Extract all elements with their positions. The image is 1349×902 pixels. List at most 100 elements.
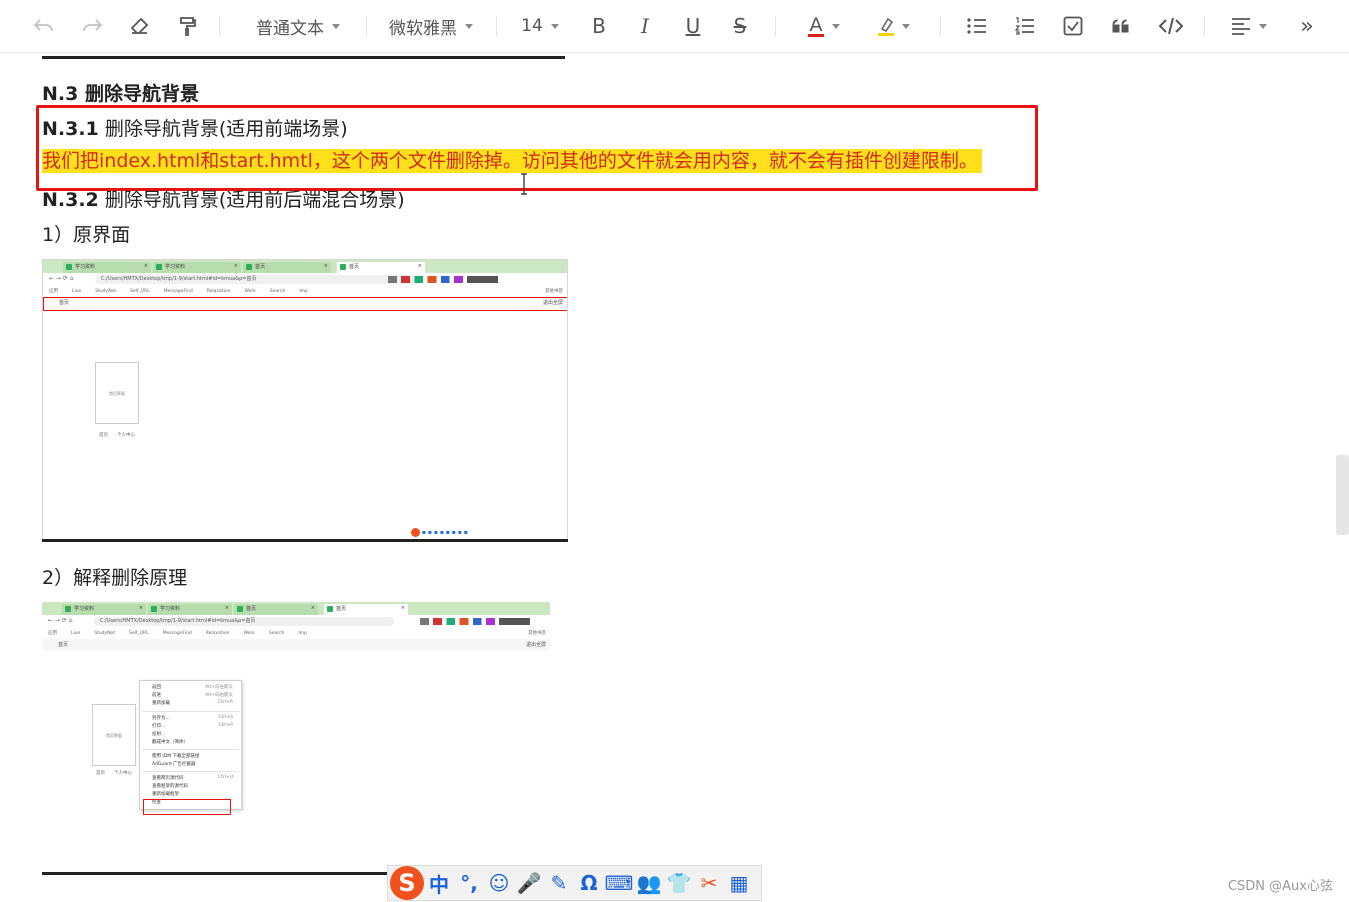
undo-button[interactable] (28, 8, 60, 44)
context-menu-item[interactable]: 重新加载框架 (152, 791, 179, 797)
checkbox-icon (1063, 16, 1083, 36)
bold-icon: B (592, 14, 606, 38)
list-item-explain-delete: 2）解释删除原理 (42, 567, 188, 589)
bookmark-item: StudyNot (95, 289, 117, 294)
document-body[interactable]: N.3 删除导航背景 N.3.1 删除导航背景(适用前端场景) 我们把index… (0, 53, 1349, 902)
bold-button[interactable]: B (584, 8, 614, 44)
context-menu-item[interactable]: 投射... (152, 731, 165, 737)
font-family-select[interactable]: 微软雅黑 (384, 8, 478, 44)
font-size-select[interactable]: 14 (514, 8, 566, 44)
annotation-box-mini (43, 297, 567, 311)
font-color-icon: A (808, 15, 824, 37)
blockquote-button[interactable] (1106, 8, 1136, 44)
nav-item: 首页 (58, 642, 69, 648)
browser-tab-label: 学习资料 (74, 606, 95, 612)
context-menu-shortcut: Alt+向左箭头 (205, 685, 233, 690)
ime-punctuation-icon[interactable]: °, (454, 871, 484, 895)
image-bottom-border (42, 56, 565, 59)
image-bottom-border (42, 539, 568, 542)
ime-keyboard-icon[interactable]: ⌨ (604, 871, 634, 895)
context-menu-item[interactable]: 前进 (152, 692, 161, 698)
bookmark-item: Relaxation (206, 289, 231, 294)
paint-roller-icon (180, 17, 196, 36)
context-menu-item[interactable]: 翻成中文（简体） (152, 739, 188, 745)
font-size-label: 14 (521, 16, 543, 36)
bookmark-other: 其他书签 (545, 289, 563, 294)
task-list-button[interactable] (1058, 8, 1088, 44)
ime-handwrite-icon[interactable]: ✎ (544, 871, 574, 895)
nav-right-link: 退出全屏 (525, 642, 546, 648)
more-tools-button[interactable]: » (1292, 8, 1322, 44)
screenshot-original-ui: 学习资料 × 学习资料 × 首页 × 首页 × ← → ⟳ ⌂ C:/Users/HMT… (42, 259, 568, 542)
context-menu-item[interactable]: 另存为... (152, 715, 170, 721)
font-family-label: 微软雅黑 (389, 18, 457, 39)
heading-n32-number: N.3.2 (42, 189, 99, 211)
nav-background-bar: 首页 退出全屏 (42, 639, 550, 651)
screenshot-context-menu: 学习资料 × 学习资料 × 首页 × 首页 × ← → ⟳ ⌂ C:/Users/HMT… (42, 602, 550, 818)
image-bottom-border (42, 872, 387, 875)
ime-user-icon[interactable]: 👥 (634, 871, 664, 895)
ime-symbol-icon[interactable]: Ω (574, 871, 604, 895)
bookmark-item: 应用 (49, 289, 58, 294)
thumbnail-label: 首页 (96, 771, 105, 776)
underline-button[interactable]: U (678, 8, 708, 44)
context-menu-item[interactable]: AdGuard 广告拦截器 (152, 761, 196, 767)
browser-tab-label: 首页 (349, 264, 360, 270)
context-menu-divider (142, 711, 239, 712)
browser-url: C:/Users/HMTX/Desktop/tmp/1-9/start.html… (94, 617, 394, 626)
bookmark-item: Search (268, 631, 285, 636)
context-menu-item[interactable]: 返回 (152, 684, 161, 690)
ime-skin-icon[interactable]: 👕 (664, 871, 694, 895)
context-menu-item[interactable]: 查看框架的源代码 (152, 783, 188, 789)
highlighter-icon (878, 17, 894, 36)
ime-chinese-mode-icon[interactable]: 中 (424, 869, 454, 898)
ordered-list-button[interactable] (1010, 8, 1040, 44)
sogou-logo-icon[interactable]: S (390, 866, 424, 900)
format-painter-button[interactable] (172, 8, 204, 44)
context-menu-item[interactable]: 重新加载 (152, 700, 170, 706)
ime-emoji-icon[interactable]: ☺ (484, 871, 514, 895)
code-block-button[interactable] (1154, 8, 1188, 44)
strikethrough-icon: S (733, 14, 747, 38)
browser-tab-label: 首页 (336, 606, 347, 612)
paragraph-style-label: 普通文本 (256, 18, 324, 39)
browser-tab: 首页 × (234, 604, 318, 615)
clear-format-button[interactable] (124, 8, 156, 44)
align-left-icon (1232, 18, 1250, 35)
bookmark-item: StudyNot (94, 631, 116, 636)
ime-screenshot-icon[interactable]: ✂ (694, 871, 724, 895)
scrollbar-thumb[interactable] (1336, 455, 1349, 535)
browser-tab-strip: 学习资料 × 学习资料 × 首页 × 首页 × (43, 260, 567, 273)
align-select[interactable] (1224, 8, 1274, 44)
context-menu-item[interactable]: 使用 IDM 下载全部链接 (152, 753, 200, 759)
context-menu-item[interactable]: 查看网页源代码 (152, 775, 184, 781)
double-chevron-right-icon: » (1300, 13, 1314, 39)
ime-apps-icon[interactable]: ▦ (724, 871, 754, 895)
ime-toolbar-mini: ▪ ▪ ▪ ▪ ▪ ▪ ▪ ▪ (411, 528, 468, 537)
context-menu-shortcut: Ctrl+R (218, 700, 233, 705)
browser-tab-label: 学习资料 (75, 264, 96, 270)
bookmark-item: Search (269, 289, 286, 294)
strikethrough-button[interactable]: S (725, 8, 755, 44)
browser-tab: 学习资料 × (148, 604, 232, 615)
quote-icon (1112, 19, 1129, 33)
highlight-color-button[interactable] (866, 8, 922, 44)
underline-icon: U (685, 14, 701, 38)
ordered-list-icon (1015, 17, 1034, 35)
ime-voice-icon[interactable]: 🎤 (514, 871, 544, 895)
context-menu-item[interactable]: 打印... (152, 723, 165, 729)
redo-button[interactable] (76, 8, 108, 44)
bullet-list-button[interactable] (962, 8, 992, 44)
browser-tab-label: 首页 (246, 606, 257, 612)
bookmark-item: Work (243, 631, 255, 636)
editor-toolbar: 普通文本 微软雅黑 14 B I U S A » (0, 0, 1349, 53)
browser-tab: 学习资料 × (153, 262, 241, 273)
paragraph-style-select[interactable]: 普通文本 (248, 8, 348, 44)
annotation-box (36, 105, 1038, 191)
browser-tab: 首页 × (243, 262, 331, 273)
font-color-button[interactable]: A (796, 8, 852, 44)
chevron-down-icon (465, 23, 473, 29)
browser-tab-active: 首页 × (324, 604, 408, 615)
italic-button[interactable]: I (630, 8, 660, 44)
context-menu-shortcut: Ctrl+P (218, 723, 234, 728)
